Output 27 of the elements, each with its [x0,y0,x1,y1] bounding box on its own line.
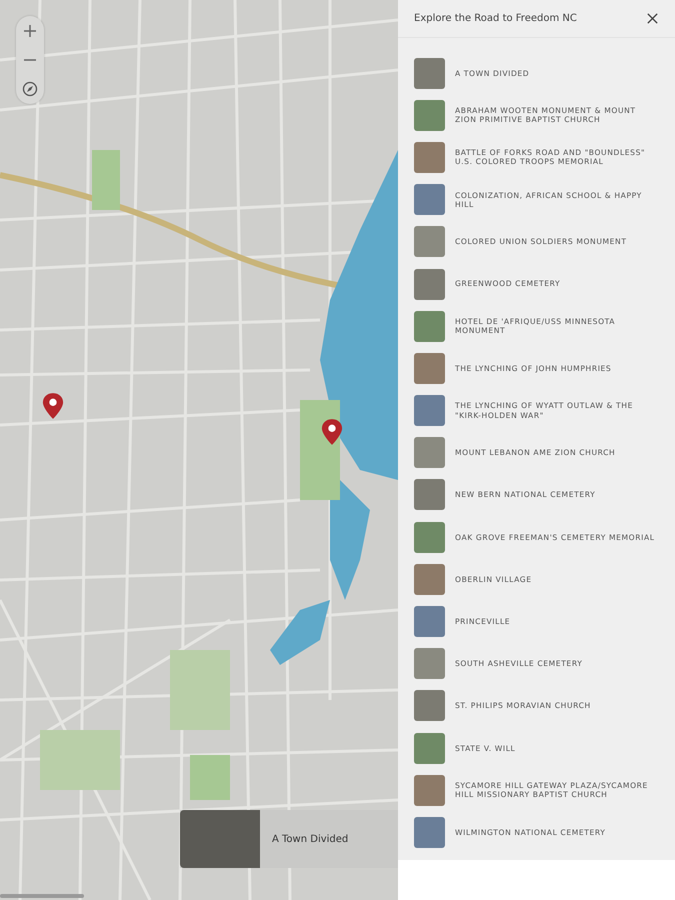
preview-card[interactable]: A Town Divided [180,810,398,868]
photo-placeholder [414,774,445,806]
preview-title: A Town Divided [272,834,348,844]
photo-placeholder [414,564,445,595]
photo-placeholder [414,479,445,510]
photo-placeholder [414,437,445,468]
map-pin-icon[interactable] [42,392,64,420]
photo-placeholder [414,816,445,848]
photo-placeholder [414,310,445,342]
panel-title: Explore the Road to Freedom NC [414,13,577,24]
photo-placeholder [414,268,445,300]
photo-placeholder [414,522,445,553]
photo-placeholder [414,226,445,258]
close-icon[interactable] [646,12,659,25]
photo-placeholder [414,606,445,638]
photo-placeholder [414,352,445,384]
photo-placeholder [414,184,445,216]
photo-placeholder [414,395,445,426]
photo-placeholder [414,732,445,764]
zoom-in-icon[interactable] [22,22,38,39]
compass-icon[interactable] [22,81,38,98]
photo-placeholder [414,100,445,131]
photo-placeholder [414,58,445,89]
photo-placeholder [414,142,445,173]
photo-placeholder [414,648,445,680]
map-pin-icon[interactable] [321,418,343,446]
photo-placeholder [414,690,445,722]
